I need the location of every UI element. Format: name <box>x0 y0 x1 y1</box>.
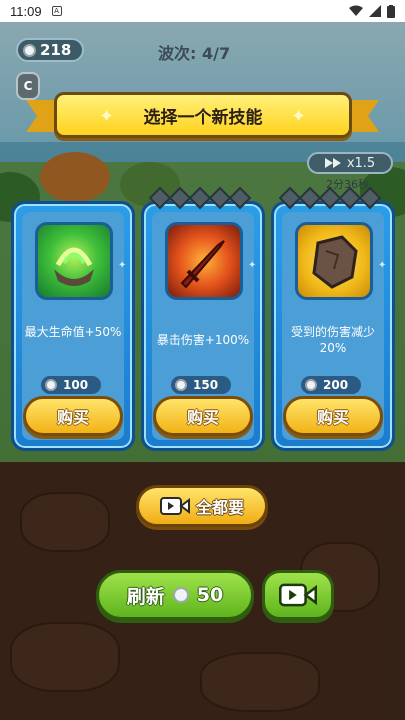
skill-card[interactable]: ✦ 暴击伤害+100% 150 购买 <box>141 186 265 451</box>
sparkle-icon: ✦ <box>378 260 387 271</box>
diamond-icon <box>228 186 252 210</box>
app-notification-icon: A <box>51 6 62 16</box>
buy-button[interactable]: 购买 <box>23 396 123 436</box>
price-tag: 100 <box>41 376 101 394</box>
skill-card[interactable]: ✦ 受到的伤害减少20% 200 购买 <box>271 186 395 451</box>
wifi-icon <box>349 5 363 16</box>
flaming-sword-icon <box>165 222 243 300</box>
menu-icon[interactable]: C <box>16 72 40 100</box>
coin-icon <box>172 587 189 603</box>
refresh-price: 50 <box>196 584 224 606</box>
rarity-diamonds <box>278 186 382 210</box>
banner-title: 选择一个新技能 <box>143 107 263 128</box>
sparkle-icon: ✦ <box>291 106 307 127</box>
status-time: 11:09 <box>10 3 42 19</box>
buy-button[interactable]: 购买 <box>283 396 383 436</box>
speed-button[interactable]: x1.5 <box>307 152 393 174</box>
rock-shield-icon <box>295 222 373 300</box>
skill-name: 最大生命值+50% <box>24 325 122 339</box>
video-camera-icon <box>159 497 190 515</box>
coin-icon <box>175 379 187 391</box>
take-all-button[interactable]: 全都要 <box>136 485 268 527</box>
coin-icon <box>305 379 317 391</box>
price-value: 150 <box>193 378 219 392</box>
sparkle-icon: ✦ <box>118 260 127 271</box>
price-tag: 200 <box>301 376 361 394</box>
speed-value: x1.5 <box>346 155 376 171</box>
skill-card[interactable]: ✦ 最大生命值+50% 100 购买 <box>11 201 135 451</box>
title-banner: ✦ 选择一个新技能 ✦ <box>54 92 352 138</box>
battery-icon <box>387 4 395 18</box>
sparkle-icon: ✦ <box>248 260 257 271</box>
video-refresh-button[interactable] <box>262 570 334 620</box>
skill-name: 暴击伤害+100% <box>156 333 250 347</box>
fast-forward-icon <box>324 158 341 168</box>
wave-indicator: 波次: 4/7 <box>158 44 231 63</box>
price-tag: 150 <box>171 376 231 394</box>
diamond-icon <box>358 186 382 210</box>
green-cauldron-icon <box>35 222 113 300</box>
coin-icon <box>45 379 57 391</box>
refresh-label: 刷新 <box>126 585 165 608</box>
rarity-diamonds <box>148 186 252 210</box>
sparkle-icon: ✦ <box>99 106 115 127</box>
refresh-button[interactable]: 刷新 50 <box>96 570 254 620</box>
price-value: 100 <box>63 378 89 392</box>
video-camera-icon <box>279 583 317 607</box>
coin-counter: 218 <box>16 38 84 62</box>
buy-button[interactable]: 购买 <box>153 396 253 436</box>
coin-count: 218 <box>40 41 72 59</box>
status-bar: 11:09 A <box>0 0 405 22</box>
take-all-label: 全都要 <box>195 498 244 517</box>
coin-icon <box>23 43 36 57</box>
signal-icon <box>369 5 381 17</box>
status-icons <box>349 4 395 18</box>
skill-name: 受到的伤害减少20% <box>290 325 375 355</box>
price-value: 200 <box>323 378 349 392</box>
